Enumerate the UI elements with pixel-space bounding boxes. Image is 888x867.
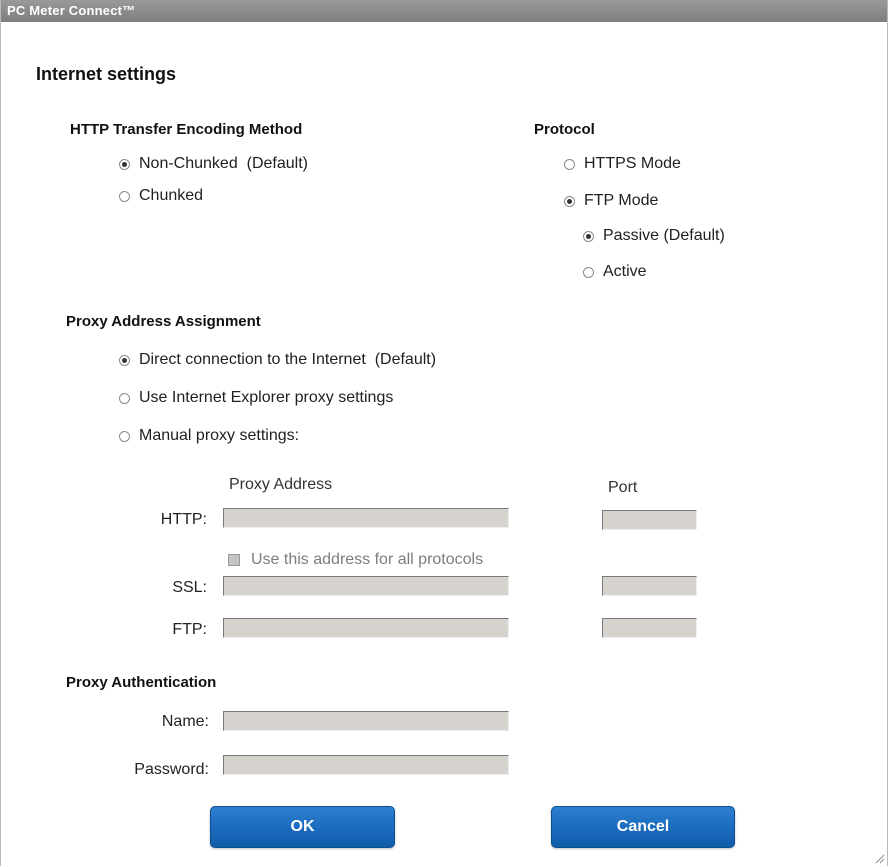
same-address-all-protocols-checkbox[interactable]: Use this address for all protocols — [228, 551, 483, 569]
port-column-header: Port — [608, 479, 638, 496]
radio-label: Passive (Default) — [603, 227, 725, 244]
ok-button[interactable]: OK — [210, 806, 395, 848]
http-port-input[interactable] — [602, 510, 697, 530]
radio-label: HTTPS Mode — [584, 155, 681, 172]
radio-label: Manual proxy settings: — [139, 427, 300, 444]
radio-label: Direct connection to the Internet (Defau… — [139, 351, 437, 368]
radio-label: Active — [603, 263, 647, 280]
radio-indicator[interactable] — [119, 430, 130, 442]
radio-indicator[interactable] — [564, 158, 575, 170]
title-bar[interactable]: PC Meter Connect™ — [1, 0, 887, 22]
radio-manual-proxy[interactable]: Manual proxy settings: — [119, 427, 299, 445]
radio-indicator[interactable] — [564, 195, 575, 207]
radio-label: FTP Mode — [584, 192, 659, 209]
auth-password-input[interactable] — [223, 755, 509, 775]
ftp-proxy-address-input[interactable] — [223, 618, 509, 638]
radio-indicator[interactable] — [119, 392, 130, 404]
radio-ftp-active[interactable]: Active — [583, 263, 647, 281]
radio-indicator[interactable] — [119, 158, 130, 170]
radio-non-chunked[interactable]: Non-Chunked (Default) — [119, 155, 308, 173]
radio-https-mode[interactable]: HTTPS Mode — [564, 155, 681, 173]
password-label: Password: — [134, 761, 209, 778]
settings-window: PC Meter Connect™ Internet settings HTTP… — [0, 0, 888, 866]
radio-ftp-passive[interactable]: Passive (Default) — [583, 227, 725, 245]
radio-chunked[interactable]: Chunked — [119, 187, 203, 205]
auth-name-input[interactable] — [223, 711, 509, 731]
ftp-label: FTP: — [172, 621, 207, 638]
radio-indicator[interactable] — [583, 266, 594, 278]
radio-label: Use Internet Explorer proxy settings — [139, 389, 394, 406]
page-title: Internet settings — [36, 64, 177, 84]
radio-indicator[interactable] — [119, 190, 130, 202]
proxy-heading: Proxy Address Assignment — [66, 313, 261, 330]
radio-label: Chunked — [139, 187, 204, 204]
checkbox-indicator[interactable] — [228, 554, 240, 566]
radio-direct-connection[interactable]: Direct connection to the Internet (Defau… — [119, 351, 436, 369]
encoding-heading: HTTP Transfer Encoding Method — [70, 121, 303, 138]
protocol-heading: Protocol — [534, 121, 595, 138]
ssl-label: SSL: — [172, 579, 207, 596]
radio-label: Non-Chunked (Default) — [139, 155, 308, 172]
ssl-port-input[interactable] — [602, 576, 697, 596]
cancel-button[interactable]: Cancel — [551, 806, 735, 848]
radio-indicator[interactable] — [583, 230, 594, 242]
proxy-address-column-header: Proxy Address — [229, 476, 333, 493]
ssl-proxy-address-input[interactable] — [223, 576, 509, 596]
radio-ftp-mode[interactable]: FTP Mode — [564, 192, 658, 210]
radio-ie-proxy[interactable]: Use Internet Explorer proxy settings — [119, 389, 393, 407]
resize-grip-icon[interactable] — [875, 854, 885, 864]
name-label: Name: — [161, 713, 209, 730]
auth-heading: Proxy Authentication — [66, 674, 217, 691]
ftp-port-input[interactable] — [602, 618, 697, 638]
radio-indicator[interactable] — [119, 354, 130, 366]
window-title: PC Meter Connect™ — [7, 3, 136, 18]
http-proxy-address-input[interactable] — [223, 508, 509, 528]
http-label: HTTP: — [160, 511, 207, 528]
checkbox-label: Use this address for all protocols — [251, 551, 484, 568]
